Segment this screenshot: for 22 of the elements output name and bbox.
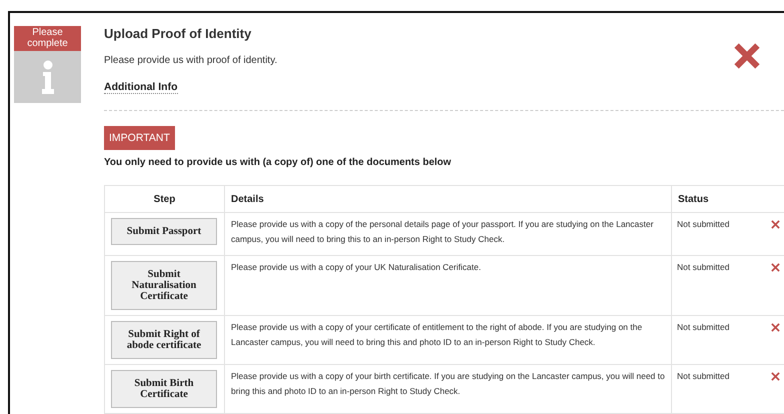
status-text: Not submitted [677, 218, 730, 231]
submit-button[interactable]: Submit Passport [111, 218, 217, 245]
info-icon [40, 60, 54, 94]
task-title: Upload Proof of Identity [104, 26, 252, 42]
column-header: Status [672, 186, 784, 212]
details-text: Please provide us with a copy of the personal details page of your passport. If you are studying on the Lancaster campus, you will need to bring this to an in-person Right to Study Check. [231, 218, 654, 246]
details-text: Please provide us with a copy of your certificate of entitlement to the right of abode. If you are studying on the Lancaster campus, you will need to bring this and photo ID to an in-person Right to Study Check. [231, 321, 644, 349]
column-header: Details [224, 186, 672, 212]
submit-button[interactable]: Submit Naturalisation Certificate [111, 261, 217, 310]
status-text: Not submitted [677, 321, 730, 334]
status-text: Not submitted [677, 370, 730, 383]
task-description: Please provide us with proof of identity. [104, 55, 278, 67]
status-badge: Please complete [14, 26, 81, 51]
details-text: Please provide us with a copy of your UK Naturalisation Cerificate. [231, 261, 482, 274]
important-tag: IMPORTANT [104, 126, 175, 150]
details-text: Please provide us with a copy of your birth certificate. If you are studying on the Lancaster campus, you will need to bring this and photo ID to an in-person Right to Study Check. [231, 370, 665, 398]
notice-text: You only need to provide us with (a copy of) one of the documents below [104, 157, 452, 168]
column-header: Step [104, 186, 224, 212]
status-text: Not submitted [677, 261, 730, 274]
additional-info-link[interactable]: Additional Info [104, 81, 178, 94]
submit-button[interactable]: Submit Birth Certificate [111, 370, 217, 408]
submit-button[interactable]: Submit Right of abode certificate [111, 321, 217, 359]
